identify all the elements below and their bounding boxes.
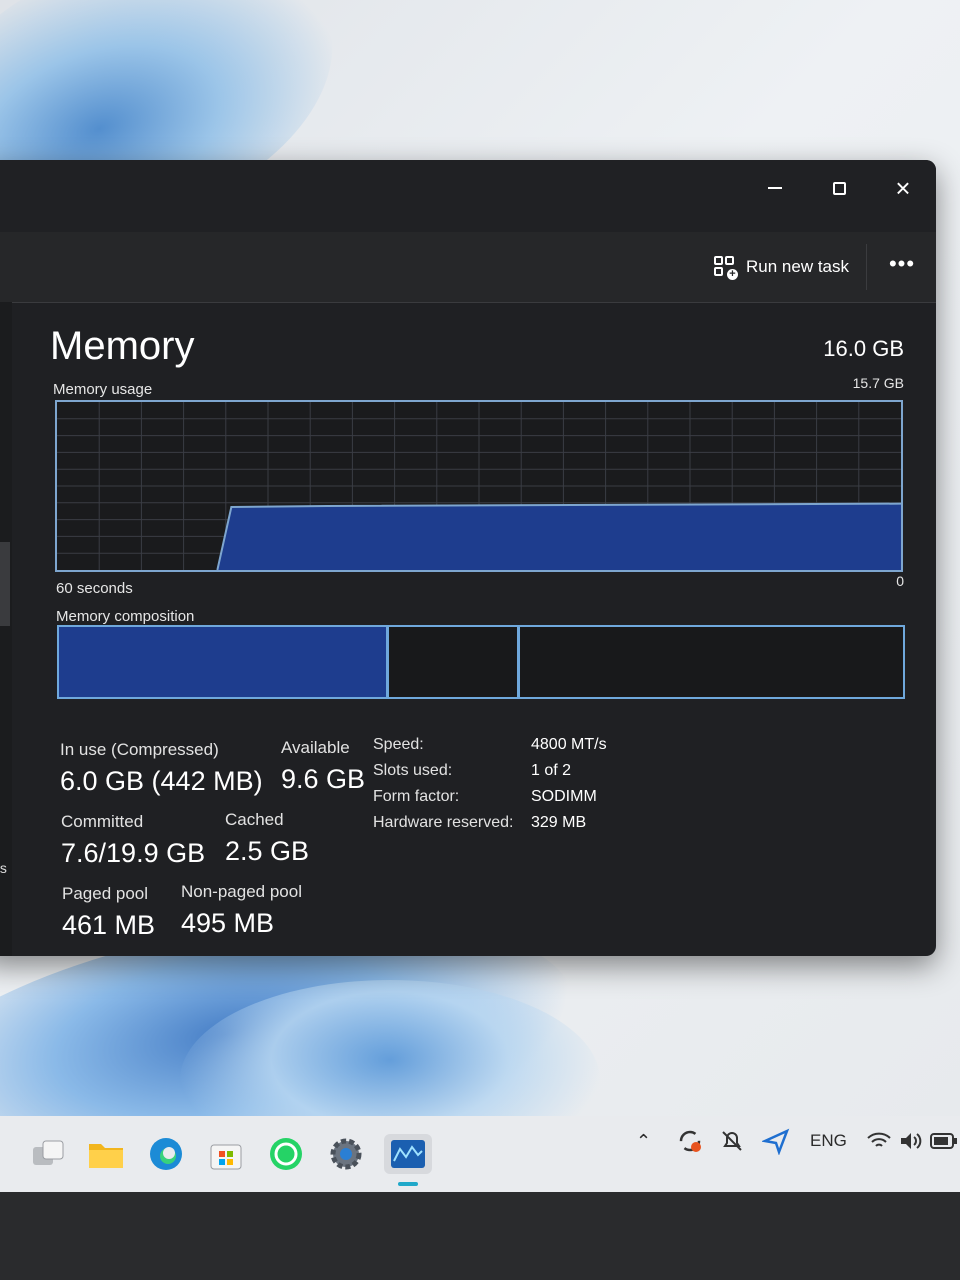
sync-icon[interactable] xyxy=(676,1126,704,1156)
volume-icon[interactable] xyxy=(898,1126,924,1156)
memory-composition-label: Memory composition xyxy=(56,608,195,625)
stat-cached-value: 2.5 GB xyxy=(225,836,310,866)
stat-committed: Committed 7.6/19.9 GB xyxy=(61,812,205,869)
notifications-off-icon[interactable] xyxy=(718,1126,746,1156)
battery-icon[interactable] xyxy=(930,1126,958,1156)
stat-in-use-label: In use (Compressed) xyxy=(60,740,219,759)
left-navigation: ts ... xyxy=(0,302,12,956)
minimize-icon xyxy=(768,187,782,189)
more-options-button[interactable]: ••• xyxy=(882,250,922,284)
settings-icon[interactable] xyxy=(326,1134,366,1174)
microsoft-store-icon[interactable] xyxy=(206,1134,246,1174)
active-app-indicator xyxy=(398,1182,418,1186)
chevron-up-icon: ⌃ xyxy=(636,1130,652,1151)
minimize-button[interactable] xyxy=(750,168,800,208)
page-title: Memory xyxy=(50,324,195,368)
spec-value: 1 of 2 xyxy=(531,762,572,779)
stat-committed-value: 7.6/19.9 GB xyxy=(61,838,206,868)
stat-in-use-value: 6.0 GB (442 MB) xyxy=(60,766,263,796)
nav-selected-indicator xyxy=(0,542,10,626)
run-new-task-button[interactable]: + Run new task xyxy=(714,250,849,284)
stat-in-use: In use (Compressed) 6.0 GB (442 MB) xyxy=(60,740,263,797)
spec-label: Slots used: xyxy=(373,762,453,779)
maximize-icon xyxy=(832,181,846,195)
memory-usage-label: Memory usage xyxy=(53,381,153,398)
time-span-label: 60 seconds xyxy=(56,580,133,597)
composition-free xyxy=(519,625,905,699)
stat-available: Available 9.6 GB xyxy=(281,738,365,795)
stat-available-label: Available xyxy=(281,738,350,757)
graph-zero-label: 0 xyxy=(896,573,904,589)
file-explorer-icon[interactable] xyxy=(86,1134,126,1174)
stat-cached-label: Cached xyxy=(225,810,284,829)
memory-composition-bar xyxy=(57,625,905,699)
memory-total: 16.0 GB xyxy=(823,336,904,361)
spec-value: 329 MB xyxy=(531,814,587,831)
show-hidden-icons-button[interactable]: ⌃ xyxy=(636,1126,651,1156)
nav-fragment[interactable]: ts xyxy=(0,860,7,876)
spec-label: Hardware reserved: xyxy=(373,814,514,831)
spec-value: 4800 MT/s xyxy=(531,736,607,753)
command-bar-divider xyxy=(866,244,867,290)
close-button[interactable]: × xyxy=(878,168,928,208)
task-manager-window: × + Run new task ••• ts ... Memory 16.0 … xyxy=(0,160,936,956)
task-view-icon[interactable] xyxy=(28,1134,68,1174)
stat-nonpaged-pool-value: 495 MB xyxy=(181,908,275,938)
memory-usage-max: 15.7 GB xyxy=(852,375,904,391)
command-bar: + Run new task ••• xyxy=(0,232,936,303)
composition-modified xyxy=(387,625,520,699)
run-new-task-label: Run new task xyxy=(746,257,849,276)
stat-committed-label: Committed xyxy=(61,812,144,831)
title-bar: × xyxy=(0,160,936,232)
whatsapp-icon[interactable] xyxy=(266,1134,306,1174)
stat-nonpaged-pool-label: Non-paged pool xyxy=(181,882,302,901)
memory-usage-graph xyxy=(55,400,903,572)
stat-paged-pool-value: 461 MB xyxy=(62,910,156,940)
stat-paged-pool-label: Paged pool xyxy=(62,884,149,903)
edge-icon[interactable] xyxy=(146,1134,186,1174)
composition-in-use xyxy=(57,625,388,699)
laptop-bezel xyxy=(0,1192,960,1280)
stat-cached: Cached 2.5 GB xyxy=(225,810,309,867)
memory-specs: Speed: 4800 MT/s Slots used: 1 of 2 Form… xyxy=(373,736,651,832)
task-manager-icon[interactable] xyxy=(384,1134,432,1174)
maximize-button[interactable] xyxy=(814,168,864,208)
stat-available-value: 9.6 GB xyxy=(281,764,366,794)
stat-paged-pool: Paged pool 461 MB xyxy=(62,884,155,941)
close-icon: × xyxy=(895,173,911,203)
usage-area xyxy=(217,503,901,570)
memory-usage-svg xyxy=(57,402,901,570)
wifi-icon[interactable] xyxy=(866,1126,892,1156)
spec-value: SODIMM xyxy=(531,788,597,805)
spec-label: Form factor: xyxy=(373,788,460,805)
spec-label: Speed: xyxy=(373,736,424,753)
send-icon[interactable] xyxy=(762,1126,790,1156)
run-task-icon: + xyxy=(714,256,738,280)
stat-nonpaged-pool: Non-paged pool 495 MB xyxy=(181,882,302,939)
language-indicator[interactable]: ENG xyxy=(810,1126,847,1156)
